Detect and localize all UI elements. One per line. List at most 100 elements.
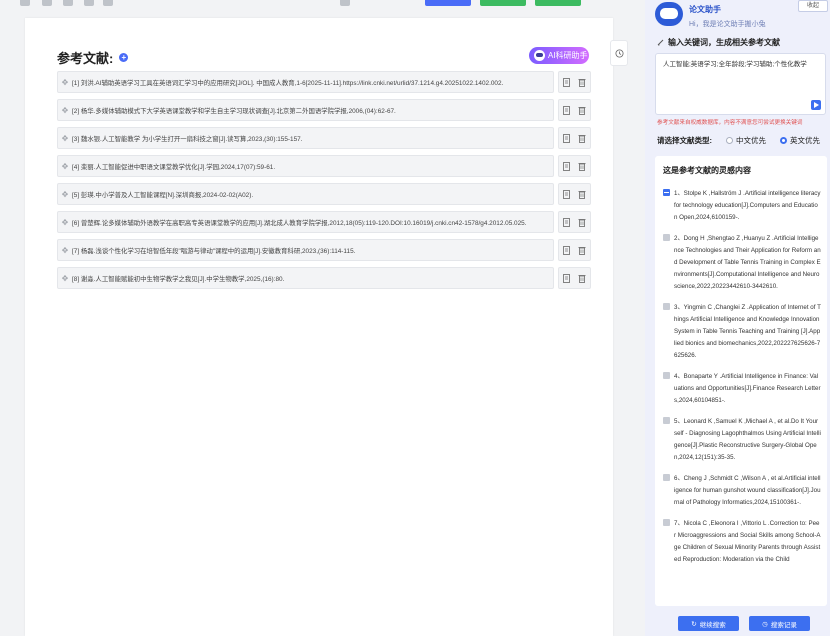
reference-actions [558,183,591,205]
drag-handle-icon[interactable]: ✥ [58,78,72,87]
literature-item[interactable]: 4、Bonaparte Y .Artificial Intelligence i… [663,371,821,407]
delete-icon[interactable] [578,106,586,115]
reference-item[interactable]: ✥ [1] 刘洪.AI辅助英语学习工具在英语词汇学习中的应用研究[J/OL]. … [57,71,554,93]
continue-search-button[interactable]: ↻ 继续搜索 [678,616,739,631]
continue-search-label: 继续搜索 [699,621,726,629]
toolbar-green-button-2[interactable] [535,0,581,6]
literature-item[interactable]: 6、Cheng J ,Schmidt C ,Wilson A , et al.A… [663,473,821,509]
reference-text: [8] 谢淼.人工智能赋能初中生物学教学之我见[J].中学生物教学,2025,(… [72,275,285,283]
literature-item[interactable]: 3、Yingmin C ,Changlei Z .Application of … [663,302,821,362]
toolbar-blue-button[interactable] [425,0,471,6]
send-icon[interactable] [811,100,821,110]
keyword-section-title: 输入关键词，生成相关参考文献 [657,37,780,48]
edit-icon[interactable] [562,273,571,283]
ai-button-label: AI科研助手 [548,51,588,60]
reference-item[interactable]: ✥ [8] 谢淼.人工智能赋能初中生物学教学之我见[J].中学生物教学,2025… [57,267,554,289]
toolbar-green-button-1[interactable] [480,0,526,6]
reference-actions [558,155,591,177]
add-reference-icon[interactable]: + [119,53,129,62]
reference-item[interactable]: ✥ [2] 杨华.多媒体辅助模式下大学英语课堂教学和学生自主学习现状调查[J].… [57,99,554,121]
literature-item[interactable]: 1、Stolpe K ,Hallström J .Artificial inte… [663,188,821,224]
reference-row: ✥ [8] 谢淼.人工智能赋能初中生物学教学之我见[J].中学生物教学,2025… [57,267,591,289]
literature-type-label: 请选择文献类型: [657,136,712,145]
radio-label: 中文优先 [736,136,766,145]
assistant-panel: 论文助手 Hi，我是论文助手搬小兔 收起 输入关键词，生成相关参考文献 人工智能… [645,0,830,636]
top-toolbar [0,0,645,8]
checkbox-icon[interactable] [663,303,670,310]
literature-text: 7、Nicola C ,Eleonora I ,Vittorio L .Corr… [674,520,821,563]
literature-text: 5、Leonard K ,Samuel K ,Michael A , et al… [674,418,821,461]
drag-handle-icon[interactable]: ✥ [58,106,72,115]
reference-actions [558,239,591,261]
edit-icon[interactable] [562,245,571,255]
checkbox-icon[interactable] [663,234,670,241]
literature-text: 2、Dong H ,Shengtao Z ,Huanyu Z .Artifici… [674,235,821,290]
literature-item[interactable]: 7、Nicola C ,Eleonora I ,Vittorio L .Corr… [663,518,821,566]
drag-handle-icon[interactable]: ✥ [58,274,72,283]
delete-icon[interactable] [578,190,586,199]
delete-icon[interactable] [578,134,586,143]
checkbox-icon[interactable] [663,474,670,481]
checkbox-checked-icon[interactable] [663,189,670,196]
assistant-bottom-bar: ↻ 继续搜索 ◷ 搜索记录 [645,611,830,636]
reference-row: ✥ [7] 杨磊.浅谈个性化学习在培智低年段"唱游与律动"课程中的运用[J].安… [57,239,591,261]
checkbox-icon[interactable] [663,417,670,424]
reference-text: [7] 杨磊.浅谈个性化学习在培智低年段"唱游与律动"课程中的运用[J].安徽教… [72,247,356,255]
reference-text: [6] 曾楚辉.论多媒体辅助外语教学在高职高专英语课堂教学的应用[J].湖北成人… [72,219,527,227]
reference-item[interactable]: ✥ [5] 彭瑛.中小学普及人工智能课程[N].深圳商报,2024-02-02(… [57,183,554,205]
delete-icon[interactable] [578,218,586,227]
delete-icon[interactable] [578,162,586,171]
toolbar-undo-icon[interactable] [20,0,30,6]
delete-icon[interactable] [578,78,586,87]
literature-list-title: 这是参考文献的灵感内容 [663,166,751,175]
toolbar-prev-icon[interactable] [84,0,94,6]
collapse-button[interactable]: 收起 [798,0,828,12]
radio-english-first[interactable]: 英文优先 [780,135,820,146]
assistant-header: 论文助手 Hi，我是论文助手搬小兔 [655,2,766,29]
edit-icon[interactable] [562,105,571,115]
checkbox-icon[interactable] [663,372,670,379]
robot-icon [534,50,545,61]
edit-icon[interactable] [562,133,571,143]
refresh-icon: ↻ [691,620,697,628]
toolbar-zoom-icon[interactable] [340,0,350,6]
delete-icon[interactable] [578,274,586,283]
drag-handle-icon[interactable]: ✥ [58,246,72,255]
reference-text: [5] 彭瑛.中小学普及人工智能课程[N].深圳商报,2024-02-02(A0… [72,191,254,199]
toolbar-format-icon[interactable] [63,0,73,6]
reference-item[interactable]: ✥ [4] 栾丽.人工智能促进中职语文课堂教学优化[J].学园,2024,17(… [57,155,554,177]
literature-text: 4、Bonaparte Y .Artificial Intelligence i… [674,373,821,404]
literature-text: 3、Yingmin C ,Changlei Z .Application of … [674,304,821,359]
document-paper: 参考文献: + AI科研助手 ✥ [1] 刘洪.AI辅助英语学习工具在英语词汇学… [25,18,613,636]
literature-suggestions-card: 这是参考文献的灵感内容 1、Stolpe K ,Hallström J .Art… [655,156,827,606]
radio-chinese-first[interactable]: 中文优先 [726,135,766,146]
search-history-label: 搜索记录 [770,621,797,629]
references-title: 参考文献: [57,51,114,66]
keyword-input[interactable]: 人工智能;英语学习;全年龄段;学习辅助;个性化教学 [655,53,826,115]
edit-icon[interactable] [562,217,571,227]
delete-icon[interactable] [578,246,586,255]
reference-row: ✥ [3] 魏水银.人工智能教学 为小学生打开一扇科技之窗[J].读写算,202… [57,127,591,149]
reference-item[interactable]: ✥ [6] 曾楚辉.论多媒体辅助外语教学在高职高专英语课堂教学的应用[J].湖北… [57,211,554,233]
checkbox-icon[interactable] [663,519,670,526]
search-history-button[interactable]: ◷ 搜索记录 [749,616,810,631]
references-heading: 参考文献: + [57,48,129,67]
reference-actions [558,99,591,121]
drag-handle-icon[interactable]: ✥ [58,218,72,227]
edit-icon[interactable] [562,189,571,199]
reference-item[interactable]: ✥ [3] 魏水银.人工智能教学 为小学生打开一扇科技之窗[J].读写算,202… [57,127,554,149]
toolbar-next-icon[interactable] [103,0,113,6]
edit-icon[interactable] [562,161,571,171]
drag-handle-icon[interactable]: ✥ [58,190,72,199]
clock-icon [615,49,623,57]
history-toggle-button[interactable] [610,40,628,66]
edit-icon[interactable] [562,77,571,87]
drag-handle-icon[interactable]: ✥ [58,134,72,143]
toolbar-redo-icon[interactable] [42,0,52,6]
literature-text: 1、Stolpe K ,Hallström J .Artificial inte… [674,190,821,221]
drag-handle-icon[interactable]: ✥ [58,162,72,171]
reference-item[interactable]: ✥ [7] 杨磊.浅谈个性化学习在培智低年段"唱游与律动"课程中的运用[J].安… [57,239,554,261]
ai-research-assistant-button[interactable]: AI科研助手 [529,47,589,64]
literature-item[interactable]: 2、Dong H ,Shengtao Z ,Huanyu Z .Artifici… [663,233,821,293]
literature-item[interactable]: 5、Leonard K ,Samuel K ,Michael A , et al… [663,416,821,464]
